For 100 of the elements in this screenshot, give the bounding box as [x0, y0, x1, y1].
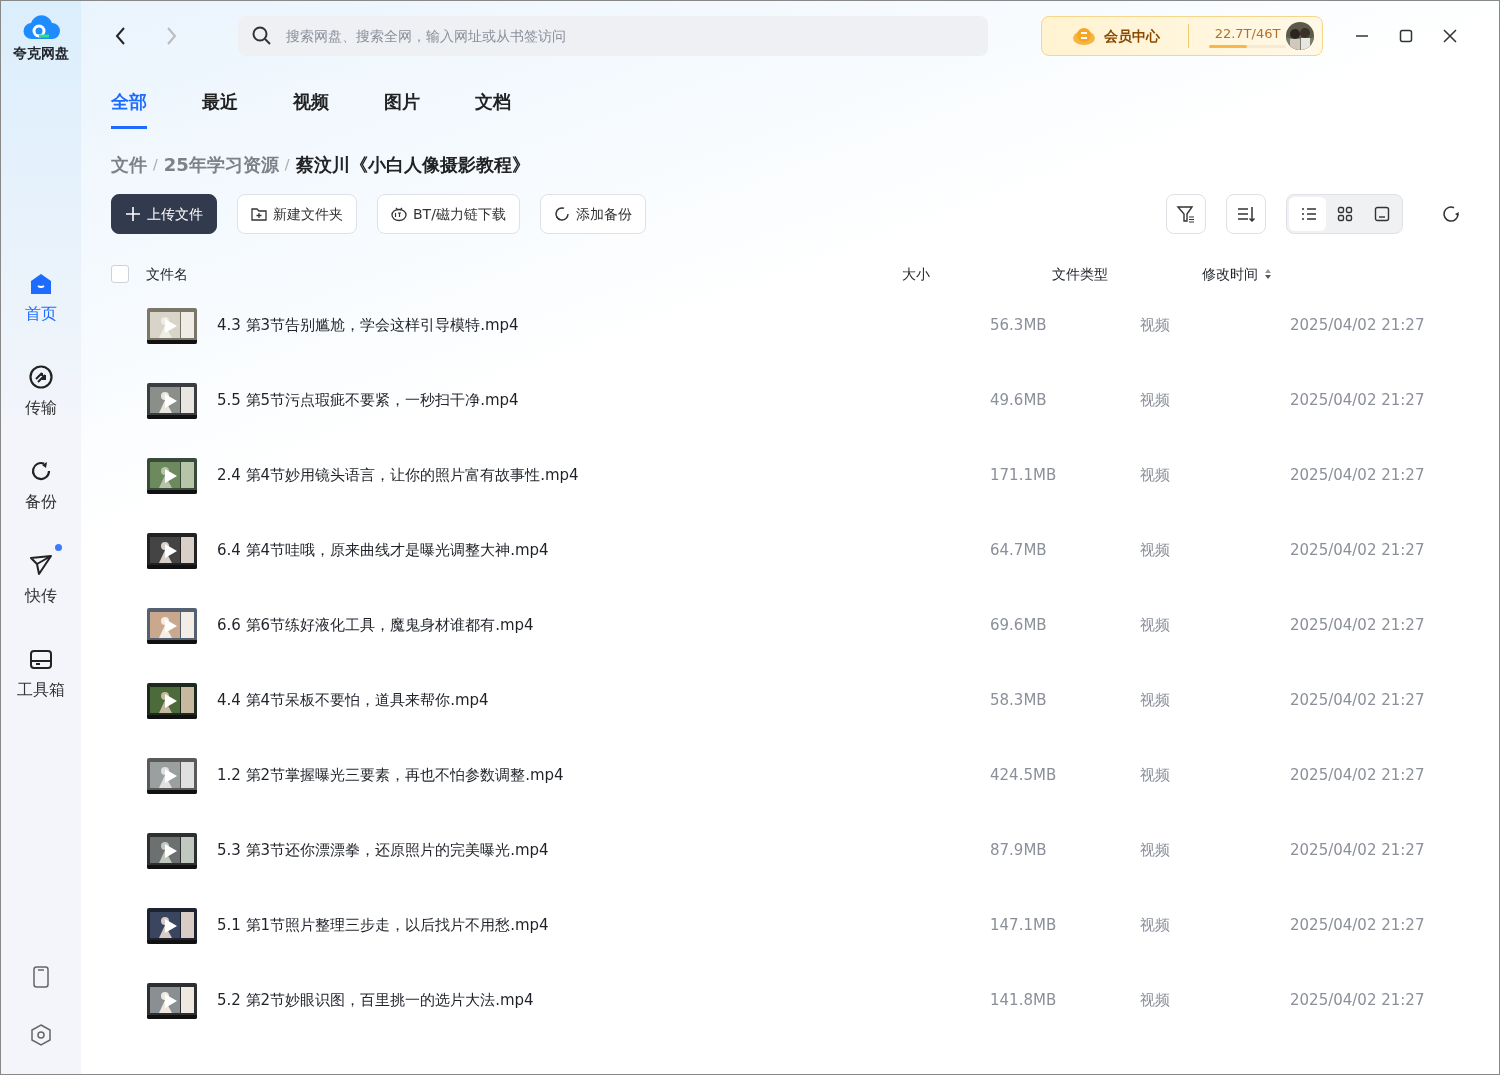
file-size: 58.3MB — [990, 690, 1048, 712]
file-name[interactable]: 5.5 第5节污点瑕疵不要紧，一秒扫干净.mp4 — [217, 389, 990, 412]
filter-button[interactable] — [1166, 194, 1206, 234]
upload-button[interactable]: 上传文件 — [111, 194, 217, 234]
play-icon — [164, 842, 178, 859]
breadcrumb-link[interactable]: 25年学习资源 — [163, 150, 279, 178]
sidebar-item[interactable]: 备份 — [16, 450, 66, 514]
play-icon — [164, 467, 178, 484]
plus-icon — [125, 206, 141, 222]
file-name[interactable]: 4.4 第4节呆板不要怕，道具来帮你.mp4 — [217, 689, 990, 712]
sort-arrows-icon — [1264, 268, 1272, 280]
file-name[interactable]: 5.1 第1节照片整理三步走，以后找片不用愁.mp4 — [217, 914, 990, 937]
play-icon — [164, 392, 178, 409]
transfer-icon — [28, 364, 54, 390]
settings-icon[interactable] — [31, 1024, 51, 1046]
refresh-icon — [1441, 204, 1461, 224]
bt-icon — [391, 206, 407, 222]
home-icon — [29, 272, 53, 296]
coin-cloud-icon — [1072, 27, 1096, 45]
play-icon — [164, 617, 178, 634]
breadcrumb-current: 蔡汶川《小白人像摄影教程》 — [295, 152, 530, 177]
file-type: 视频 — [1140, 840, 1171, 862]
sidebar-item[interactable]: 工具箱 — [16, 638, 66, 702]
action-button[interactable]: 添加备份 — [539, 194, 646, 234]
file-size: 147.1MB — [990, 915, 1058, 937]
column-header[interactable]: 文件类型 — [1052, 263, 1108, 285]
modified-time: 2025/04/02 21:27 — [1290, 990, 1425, 1012]
file-type: 视频 — [1140, 690, 1171, 712]
file-name[interactable]: 2.4 第4节妙用镜头语言，让你的照片富有故事性.mp4 — [217, 464, 990, 487]
column-header[interactable]: 大小 — [902, 263, 930, 285]
folder-plus-icon — [251, 206, 267, 222]
file-name[interactable]: 1.2 第2节掌握曝光三要素，再也不怕参数调整.mp4 — [217, 764, 990, 787]
play-icon — [164, 917, 178, 934]
file-size: 56.3MB — [990, 315, 1048, 337]
action-button[interactable]: BT/磁力链下载 — [377, 194, 520, 234]
file-size: 64.7MB — [990, 540, 1048, 562]
tab[interactable]: 全部 — [111, 85, 147, 129]
close-icon — [1443, 29, 1457, 43]
column-header[interactable]: 文件名 — [146, 263, 188, 285]
view-toggle[interactable] — [1289, 197, 1326, 231]
file-type: 视频 — [1140, 540, 1171, 562]
play-icon — [164, 992, 178, 1009]
file-type: 视频 — [1140, 615, 1171, 637]
file-type: 视频 — [1140, 990, 1171, 1012]
sync-icon — [553, 206, 570, 222]
grid-icon — [1336, 206, 1353, 222]
modified-time: 2025/04/02 21:27 — [1290, 690, 1425, 712]
column-header[interactable]: 修改时间 — [1202, 263, 1258, 285]
tab[interactable]: 最近 — [202, 85, 238, 129]
storage-usage: 22.7T/46T — [1213, 24, 1282, 43]
list-icon — [1299, 206, 1316, 222]
file-type: 视频 — [1140, 465, 1171, 487]
filter-icon — [1176, 204, 1196, 224]
breadcrumb-link[interactable]: 文件 — [111, 150, 147, 178]
file-size: 87.9MB — [990, 840, 1048, 862]
tab[interactable]: 图片 — [384, 85, 420, 129]
sidebar-item[interactable]: 快传 — [16, 544, 66, 608]
file-type: 视频 — [1140, 390, 1171, 412]
file-type: 视频 — [1140, 765, 1171, 787]
action-button[interactable]: 新建文件夹 — [237, 194, 357, 234]
sort-icon — [1236, 204, 1256, 224]
file-type: 视频 — [1140, 315, 1171, 337]
modified-time: 2025/04/02 21:27 — [1290, 915, 1425, 937]
file-size: 141.8MB — [990, 990, 1058, 1012]
file-name[interactable]: 6.4 第4节哇哦，原来曲线才是曝光调整大神.mp4 — [217, 539, 990, 562]
modified-time: 2025/04/02 21:27 — [1290, 765, 1425, 787]
app-name: 夸克网盘 — [13, 44, 69, 63]
paper-plane-icon — [28, 552, 54, 578]
file-name[interactable]: 6.6 第6节练好液化工具，魔鬼身材谁都有.mp4 — [217, 614, 990, 637]
modified-time: 2025/04/02 21:27 — [1290, 840, 1425, 862]
tab[interactable]: 文档 — [475, 85, 511, 129]
breadcrumb-separator: / — [153, 154, 158, 174]
breadcrumb-separator: / — [284, 154, 290, 174]
play-icon — [164, 317, 178, 334]
select-all-checkbox[interactable] — [111, 265, 129, 283]
chevron-left-icon — [114, 26, 128, 46]
file-name[interactable]: 5.2 第2节妙眼识图，百里挑一的选片大法.mp4 — [217, 989, 990, 1012]
chevron-right-icon — [164, 26, 178, 46]
tab[interactable]: 视频 — [293, 85, 329, 129]
search-icon — [252, 26, 272, 46]
sidebar-item[interactable]: 首页 — [17, 264, 65, 326]
sidebar-item[interactable]: 传输 — [16, 356, 66, 420]
modified-time: 2025/04/02 21:27 — [1290, 390, 1425, 412]
modified-time: 2025/04/02 21:27 — [1290, 540, 1425, 562]
file-name[interactable]: 5.3 第3节还你漂漂拳，还原照片的完美曝光.mp4 — [217, 839, 990, 862]
maximize-icon — [1399, 29, 1413, 43]
file-size: 424.5MB — [990, 765, 1058, 787]
modified-time: 2025/04/02 21:27 — [1290, 615, 1425, 637]
file-name[interactable]: 4.3 第3节告别尴尬，学会这样引导模特.mp4 — [217, 314, 990, 337]
thumbnail-view-icon — [1373, 206, 1390, 222]
play-icon — [164, 692, 178, 709]
modified-time: 2025/04/02 21:27 — [1290, 465, 1425, 487]
search-field[interactable]: 搜索网盘、搜索全网，输入网址或从书签访问 — [238, 16, 988, 56]
member-center-link[interactable]: 会员中心 — [1103, 25, 1160, 47]
phone-icon[interactable] — [33, 966, 49, 988]
file-size: 49.6MB — [990, 390, 1048, 412]
file-size: 171.1MB — [990, 465, 1058, 487]
sort-button[interactable] — [1226, 194, 1266, 234]
modified-time: 2025/04/02 21:27 — [1290, 315, 1425, 337]
file-size: 69.6MB — [990, 615, 1048, 637]
